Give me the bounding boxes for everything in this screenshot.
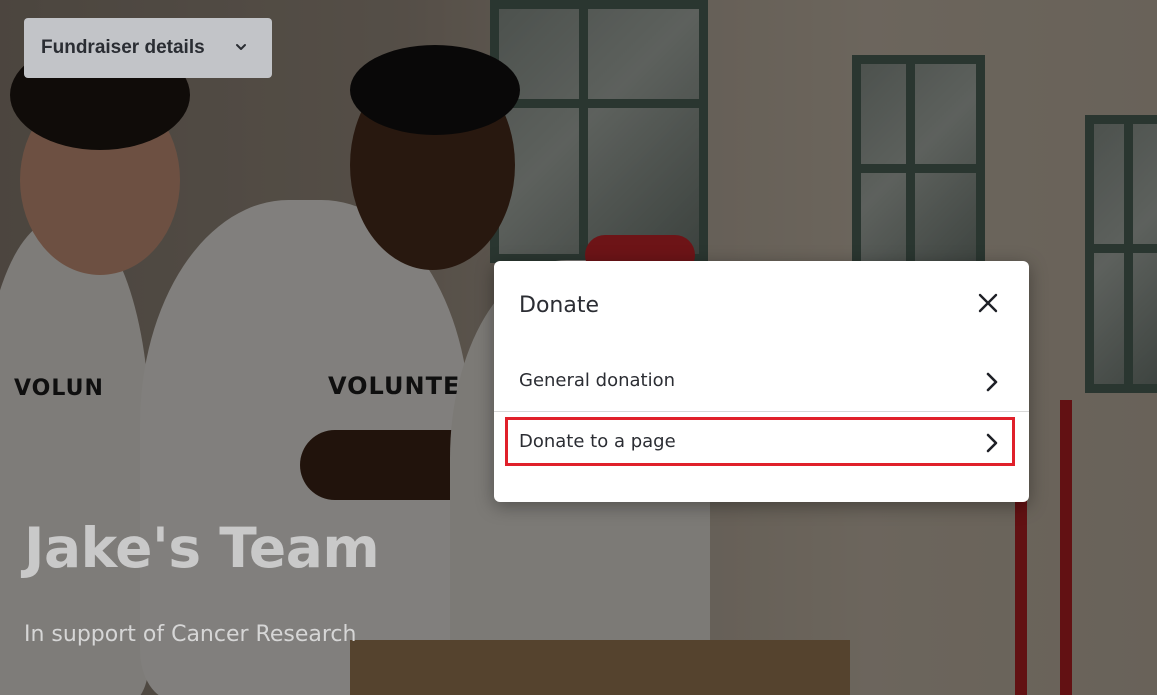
- fundraiser-details-button[interactable]: Fundraiser details: [24, 18, 272, 78]
- donate-to-page-option[interactable]: Donate to a page: [494, 414, 1029, 472]
- general-donation-label: General donation: [519, 370, 676, 391]
- close-icon[interactable]: [975, 290, 1001, 316]
- chevron-down-icon: [236, 44, 246, 50]
- donate-modal: Donate General donation Donate to a page: [494, 261, 1029, 502]
- chevron-right-icon: [986, 372, 998, 392]
- modal-title: Donate: [519, 293, 599, 318]
- fundraiser-details-label: Fundraiser details: [41, 37, 205, 58]
- option-divider: [494, 411, 1029, 412]
- page-subtitle: In support of Cancer Research: [24, 622, 357, 647]
- page-title: Jake's Team: [24, 516, 380, 580]
- chevron-right-icon: [986, 433, 998, 453]
- general-donation-option[interactable]: General donation: [494, 353, 1029, 411]
- donate-to-page-label: Donate to a page: [519, 431, 676, 452]
